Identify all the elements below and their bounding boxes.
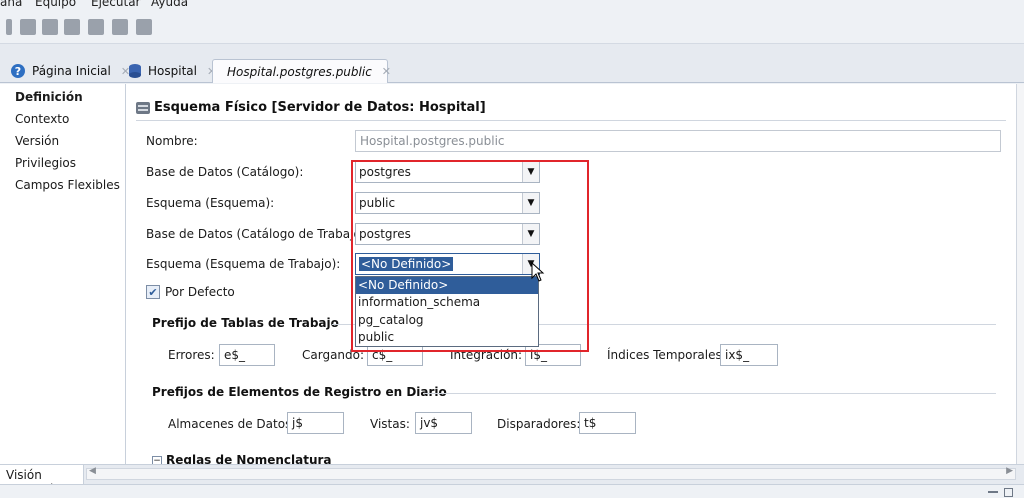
close-icon[interactable]: ✕ — [382, 65, 391, 78]
minimize-icon[interactable] — [988, 491, 998, 493]
bottom-tab-bar: Visión General ◀ ▶ — [0, 464, 1024, 496]
nav-item-version[interactable]: Versión — [15, 134, 59, 148]
menu-item-ventana[interactable]: ana — [0, 0, 22, 9]
tool-1-icon[interactable] — [20, 19, 36, 35]
triggers-field[interactable]: t$ — [579, 412, 636, 434]
name-label: Nombre: — [146, 134, 198, 148]
nav-item-contexto[interactable]: Contexto — [15, 112, 69, 126]
triggers-label: Disparadores: — [497, 417, 581, 431]
svg-text:?: ? — [15, 65, 21, 78]
default-checkbox[interactable]: ✔ — [146, 285, 160, 299]
tab-pagina-inicial[interactable]: ? Página Inicial ✕ — [2, 59, 138, 83]
catalog-label: Base de Datos (Catálogo): — [146, 165, 304, 179]
scroll-right-icon[interactable]: ▶ — [1006, 466, 1013, 476]
physical-schema-icon — [136, 102, 150, 114]
work-schema-label: Esquema (Esquema de Trabajo): — [146, 257, 341, 271]
tab-label: Página Inicial — [32, 64, 111, 78]
section-journal-title: Prefijos de Elementos de Registro en Dia… — [152, 385, 447, 399]
errors-label: Errores: — [168, 348, 215, 362]
default-label: Por Defecto — [165, 285, 235, 299]
tab-strip: ? Página Inicial ✕ Hospital ✕ Hospital.p… — [0, 44, 1024, 83]
checkmark-icon: ✔ — [148, 285, 158, 299]
divider — [136, 120, 1006, 121]
section-naming-rules-title: Reglas de Nomenclatura — [166, 453, 332, 464]
highlight-rectangle — [351, 160, 589, 352]
tab-hospital-postgres-public[interactable]: Hospital.postgres.public ✕ — [212, 59, 391, 83]
nav-item-definicion[interactable]: Definición — [15, 90, 83, 104]
work-catalog-label: Base de Datos (Catálogo de Trabajo): — [146, 227, 370, 241]
run-icon[interactable] — [136, 19, 152, 35]
datastores-field[interactable]: j$ — [287, 412, 344, 434]
views-label: Vistas: — [370, 417, 410, 431]
errors-field[interactable]: e$_ — [219, 344, 275, 366]
menu-item-ejecutar[interactable]: Ejecutar — [91, 0, 141, 9]
section-work-tables-title: Prefijo de Tablas de Trabajo — [152, 316, 339, 330]
left-navigation: Definición Contexto Versión Privilegios … — [0, 84, 126, 464]
tab-hospital[interactable]: Hospital ✕ — [120, 59, 224, 83]
tool-4-icon[interactable] — [88, 19, 104, 35]
nav-item-privilegios[interactable]: Privilegios — [15, 156, 76, 170]
nav-item-campos-flexibles[interactable]: Campos Flexibles — [15, 178, 120, 192]
database-icon — [129, 64, 141, 78]
pause-icon[interactable] — [112, 19, 128, 35]
collapse-icon[interactable]: − — [152, 456, 162, 464]
temp-index-field[interactable]: ix$_ — [720, 344, 778, 366]
views-field[interactable]: jv$ — [415, 412, 472, 434]
toolbar-grip-icon — [6, 19, 12, 35]
page-title: Esquema Físico [Servidor de Datos: Hospi… — [154, 100, 486, 115]
menu-item-equipo[interactable]: Equipo — [35, 0, 76, 9]
status-window-controls — [988, 485, 1018, 498]
datastores-label: Almacenes de Datos: — [168, 417, 296, 431]
horizontal-scrollbar[interactable]: ◀ ▶ — [86, 466, 1016, 480]
menu-item-ayuda[interactable]: Ayuda — [151, 0, 188, 9]
help-icon: ? — [11, 64, 25, 78]
status-bar — [0, 484, 1024, 498]
tab-label: Hospital — [148, 64, 197, 78]
maximize-icon[interactable] — [1004, 487, 1013, 497]
scroll-left-icon[interactable]: ◀ — [89, 466, 96, 476]
menu-bar: ana Equipo Ejecutar Ayuda — [0, 0, 1024, 10]
schema-label: Esquema (Esquema): — [146, 196, 275, 210]
editor-vertical-scrollbar[interactable] — [1016, 84, 1024, 464]
divider — [424, 393, 996, 394]
tool-3-icon[interactable] — [64, 19, 80, 35]
name-field[interactable]: Hospital.postgres.public — [355, 130, 1001, 152]
tab-label: Hospital.postgres.public — [227, 64, 372, 79]
toolbar — [0, 10, 1024, 44]
tool-2-icon[interactable] — [42, 19, 58, 35]
tab-vision-general[interactable]: Visión General — [0, 465, 84, 496]
temp-index-label: Índices Temporales: — [607, 348, 726, 362]
